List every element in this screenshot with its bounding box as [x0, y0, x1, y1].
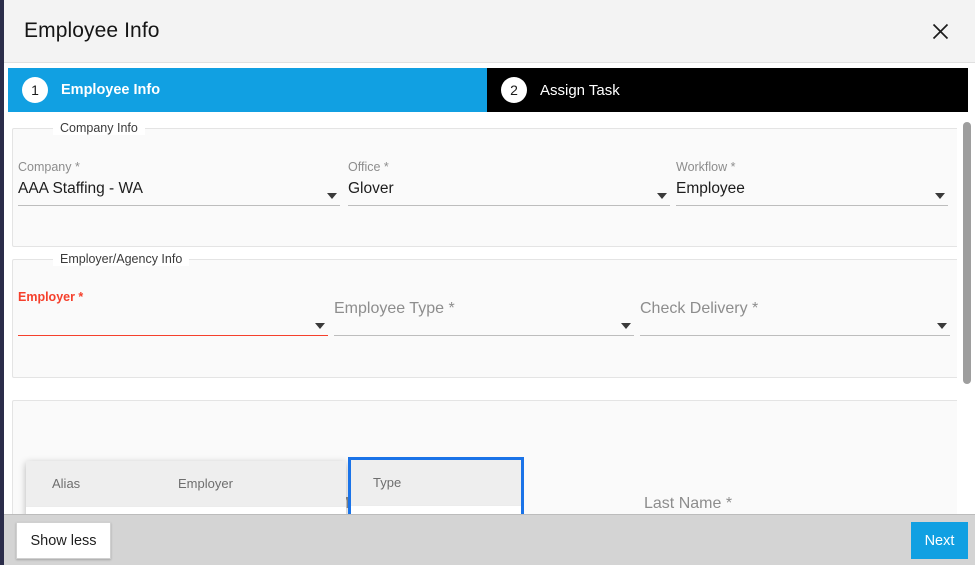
last-name-label: Last Name * — [644, 495, 733, 512]
chevron-down-icon — [315, 323, 325, 329]
show-less-button[interactable]: Show less — [16, 522, 111, 559]
field-underline — [640, 335, 950, 336]
stepper-tabs: 1 Employee Info 2 Assign Task — [8, 68, 968, 112]
chevron-down-icon — [327, 193, 337, 199]
dialog-footer: Show less Next — [4, 514, 975, 565]
workflow-label: Workflow * — [676, 160, 736, 174]
employer-dropdown-header: Alias Employer — [26, 461, 346, 506]
tab-label: Assign Task — [540, 81, 620, 99]
type-dropdown-panel[interactable]: Type Employer Agency — [348, 457, 524, 515]
close-icon[interactable] — [923, 14, 957, 48]
chevron-down-icon — [657, 193, 667, 199]
check-delivery-label: Check Delivery * — [640, 300, 759, 317]
employee-type-label: Employee Type * — [334, 300, 455, 317]
dialog-header: Employee Info — [4, 0, 975, 63]
section-legend: Company Info — [53, 121, 145, 135]
tab-label: Employee Info — [61, 82, 161, 98]
employer-select[interactable]: Employer * — [18, 290, 328, 340]
company-label: Company * — [18, 160, 80, 174]
form-scroll-area: Company Info Company * AAA Staffing - WA… — [4, 112, 975, 515]
column-header-type: Type — [351, 460, 521, 505]
field-underline — [348, 205, 670, 206]
column-header-employer: Employer — [178, 476, 233, 491]
section-legend: Employer/Agency Info — [53, 252, 190, 266]
tab-assign-task[interactable]: 2 Assign Task — [487, 68, 968, 112]
chevron-down-icon — [935, 193, 945, 199]
tab-number: 1 — [22, 77, 48, 103]
tab-employee-info[interactable]: 1 Employee Info — [8, 68, 487, 112]
field-underline-error — [18, 334, 328, 336]
office-select[interactable]: Office * Glover — [348, 160, 670, 210]
employee-type-select[interactable]: Employee Type * — [334, 290, 634, 340]
vertical-scrollbar-thumb[interactable] — [963, 122, 971, 384]
tab-number: 2 — [501, 77, 527, 103]
page-title: Employee Info — [24, 19, 160, 42]
field-underline — [18, 205, 340, 206]
employee-info-dialog: Employee Info 1 Employee Info 2 Assign T… — [0, 0, 975, 565]
field-underline — [676, 205, 948, 206]
office-value: Glover — [348, 180, 394, 197]
check-delivery-select[interactable]: Check Delivery * — [640, 290, 950, 340]
company-select[interactable]: Company * AAA Staffing - WA — [18, 160, 340, 210]
workflow-value: Employee — [676, 180, 745, 197]
office-label: Office * — [348, 160, 389, 174]
employer-dropdown-panel[interactable]: Alias Employer 02-AAA-WA AAA Staffing - … — [26, 461, 346, 515]
workflow-select[interactable]: Workflow * Employee — [676, 160, 948, 210]
chevron-down-icon — [937, 323, 947, 329]
left-accent-rail — [0, 0, 4, 565]
chevron-down-icon — [621, 323, 631, 329]
field-underline — [334, 335, 634, 336]
company-value: AAA Staffing - WA — [18, 180, 143, 197]
column-header-alias: Alias — [52, 476, 81, 491]
next-button[interactable]: Next — [911, 522, 968, 559]
employer-label: Employer * — [18, 290, 84, 304]
